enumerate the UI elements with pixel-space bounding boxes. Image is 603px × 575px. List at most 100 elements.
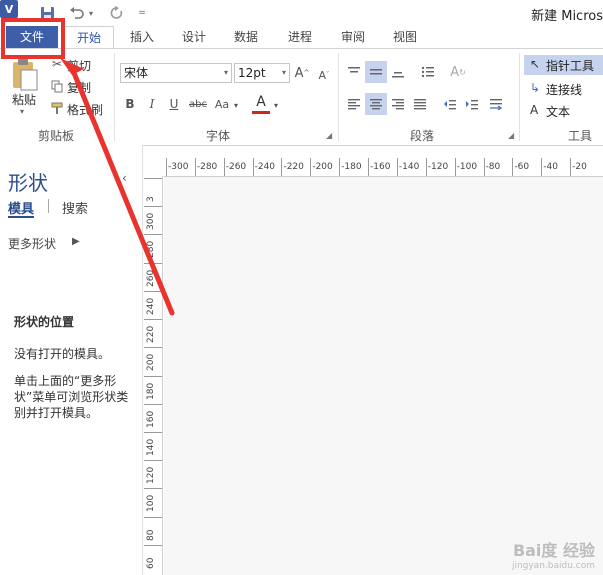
chevron-right-icon[interactable]: ▶: [72, 236, 80, 247]
increase-indent-icon[interactable]: [462, 93, 482, 115]
collapse-pane-icon[interactable]: ‹: [122, 171, 127, 185]
ribbon: 粘贴 ▾ ✂ 剪切 复制 格式刷 剪贴板 宋体 ▾ 12pt ▾ A ^ Aˇ B…: [0, 48, 603, 146]
connector-button[interactable]: ↳ 连接线: [524, 79, 603, 99]
ruler-tick-label: 3: [146, 196, 156, 202]
clipboard-icon[interactable]: [10, 57, 40, 93]
ruler-tick-label: 120: [146, 466, 156, 485]
italic-button[interactable]: I: [144, 95, 160, 113]
shrink-font-button[interactable]: Aˇ: [316, 65, 332, 85]
align-top-icon[interactable]: [344, 61, 364, 83]
tab-data[interactable]: 数据: [226, 26, 266, 48]
ruler-tick-label: -40: [543, 162, 558, 172]
cut-button[interactable]: 剪切: [67, 57, 91, 74]
font-family-value: 宋体: [124, 66, 149, 80]
copy-button[interactable]: 复制: [67, 79, 91, 96]
ruler-tick-mark: [483, 158, 485, 176]
change-case-button[interactable]: Aa: [212, 95, 232, 113]
horizontal-ruler[interactable]: -300 -280 -260 -240 -220 -200 -180 -160 -140 -120…: [164, 158, 603, 177]
drawing-canvas[interactable]: [164, 177, 603, 575]
align-center-icon[interactable]: [365, 93, 387, 115]
tab-stencils[interactable]: 模具: [8, 198, 34, 217]
copy-icon[interactable]: [50, 79, 64, 93]
format-painter-icon[interactable]: [50, 101, 64, 115]
font-family-select[interactable]: 宋体 ▾: [120, 63, 232, 83]
ruler-tick-label: -220: [283, 162, 304, 172]
tab-search[interactable]: 搜索: [62, 198, 88, 217]
tab-home[interactable]: 开始: [64, 26, 114, 49]
undo-icon[interactable]: [68, 4, 86, 22]
watermark-url: jingyan.baidu.com: [511, 561, 595, 571]
ruler-tick-mark: [144, 403, 162, 405]
align-left-icon[interactable]: [344, 93, 364, 115]
ruler-corner: [144, 158, 164, 176]
ruler-tick-label: 140: [146, 438, 156, 456]
title-bar: V ▾ = 新建 Micros: [0, 0, 603, 26]
paragraph-direction-icon[interactable]: [486, 93, 506, 115]
vertical-ruler[interactable]: 3 300 280 260 240 220 200 180 160 140 120 100 80 60: [144, 176, 163, 575]
tab-insert[interactable]: 插入: [122, 26, 162, 48]
justify-icon[interactable]: [410, 93, 430, 115]
tab-view[interactable]: 视图: [385, 26, 425, 48]
case-dropdown-icon[interactable]: ▾: [232, 96, 240, 114]
paste-button[interactable]: 粘贴: [12, 91, 36, 108]
dialog-launcher-icon[interactable]: ◢: [508, 131, 514, 140]
tab-review[interactable]: 审阅: [333, 26, 373, 48]
ruler-tick-label: -20: [572, 162, 587, 172]
ruler-tick-label: -240: [254, 162, 276, 172]
ruler-tick-label: 160: [146, 410, 156, 428]
pane-title: 形状: [8, 171, 48, 195]
text-tool-button[interactable]: A 文本: [524, 101, 603, 121]
underline-button[interactable]: U: [166, 95, 182, 113]
font-color-dropdown-icon[interactable]: ▾: [272, 96, 280, 114]
ruler-tick-label: -300: [168, 162, 189, 172]
paste-dropdown-icon[interactable]: ▾: [20, 107, 24, 116]
ruler-tick-mark: [144, 488, 162, 490]
strikethrough-button[interactable]: abc: [186, 95, 210, 113]
ruler-tick-label: -260: [225, 162, 247, 172]
ruler-tick-label: 280: [146, 241, 156, 259]
pointer-tool-button[interactable]: ↖ 指针工具: [524, 55, 603, 75]
grow-font-label: A: [294, 65, 304, 81]
ruler-tick-mark: [144, 375, 162, 377]
tab-design[interactable]: 设计: [174, 26, 214, 48]
undo-dropdown-icon[interactable]: ▾: [86, 4, 96, 22]
ruler-tick-mark: [144, 178, 162, 179]
tab-process[interactable]: 进程: [280, 26, 320, 48]
shapes-pane: 形状 ‹ 模具 搜索 更多形状 ▶ 形状的位置 没有打开的模具。 单击上面的“更…: [0, 145, 143, 575]
grow-font-button[interactable]: A ^: [294, 63, 310, 83]
ruler-tick-label: -80: [485, 162, 501, 172]
group-separator: [519, 53, 520, 141]
format-painter-button[interactable]: 格式刷: [67, 101, 103, 118]
connector-label: 连接线: [546, 83, 583, 97]
ruler-tick-mark: [396, 158, 398, 176]
decrease-indent-icon[interactable]: [440, 93, 460, 115]
watermark: Bai度 经验 jingyan.baidu.com: [512, 537, 595, 571]
ribbon-tabs: 文件 开始 插入 设计 数据 进程 审阅 视图: [0, 26, 603, 49]
shapes-location-heading: 形状的位置: [14, 315, 75, 329]
font-size-select[interactable]: 12pt ▾: [234, 63, 290, 83]
font-color-button[interactable]: A: [252, 93, 270, 114]
align-middle-icon[interactable]: [365, 61, 387, 83]
text-rotate-icon[interactable]: A ↻: [448, 61, 468, 83]
shrink-caret-icon: ˇ: [326, 71, 330, 79]
shrink-font-label: A: [318, 68, 327, 82]
bullets-icon[interactable]: [418, 61, 438, 83]
visio-app-icon[interactable]: V: [0, 0, 18, 18]
ruler-tick-mark: [512, 158, 514, 176]
bold-button[interactable]: B: [122, 95, 138, 113]
ruler-tick-mark: [252, 158, 254, 176]
ruler-tick-label: -60: [514, 162, 530, 172]
ruler-tick-mark: [144, 460, 162, 462]
ruler-tick-label: -120: [427, 162, 449, 172]
align-bottom-icon[interactable]: [388, 61, 408, 83]
customize-qat-icon[interactable]: =: [136, 4, 148, 22]
scissors-icon[interactable]: ✂: [50, 57, 64, 71]
more-shapes-menu[interactable]: 更多形状: [8, 235, 56, 252]
redo-icon[interactable]: [108, 4, 126, 22]
active-tab-underline: [8, 216, 34, 218]
align-right-icon[interactable]: [388, 93, 408, 115]
ruler-tick-label: -200: [312, 162, 333, 172]
ruler-tick-mark: [454, 158, 456, 176]
ruler-tick-label: -140: [398, 162, 420, 172]
dialog-launcher-icon[interactable]: ◢: [326, 131, 332, 140]
